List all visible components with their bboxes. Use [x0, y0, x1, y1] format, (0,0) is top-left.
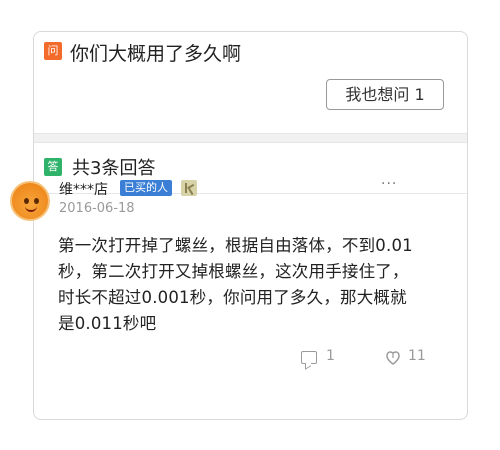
question-badge: 问 — [44, 42, 62, 60]
question-title: 你们大概用了多久啊 — [70, 43, 242, 65]
answer-text: 第一次打开掉了螺丝，根据自由落体，不到0.01秒，第二次打开又掉根螺丝，这次用手… — [58, 236, 413, 333]
answer-footer: 1 11 — [33, 342, 468, 372]
answer-date: 2016-06-18 — [59, 201, 135, 216]
answer-username[interactable]: 维***店 — [59, 179, 108, 199]
like-icon[interactable] — [384, 348, 402, 366]
buyer-badge: 已买的人 — [120, 180, 172, 196]
comment-icon[interactable] — [301, 351, 317, 364]
answer-badge: 答 — [44, 158, 62, 176]
user-level-icon — [181, 180, 197, 196]
section-divider — [34, 133, 467, 143]
like-count[interactable]: 11 — [408, 348, 426, 364]
avatar-eye — [24, 198, 29, 204]
avatar-mouth — [25, 206, 37, 212]
question-section: 问 你们大概用了多久啊 我也想问 1 — [34, 32, 467, 132]
me-too-ask-button[interactable]: 我也想问 1 — [326, 79, 444, 110]
avatar[interactable] — [10, 181, 50, 221]
answer-count-label: 共3条回答 — [72, 158, 156, 179]
comment-count[interactable]: 1 — [326, 348, 335, 364]
avatar-eye — [34, 198, 39, 204]
more-options-icon[interactable]: ··· — [381, 176, 397, 192]
